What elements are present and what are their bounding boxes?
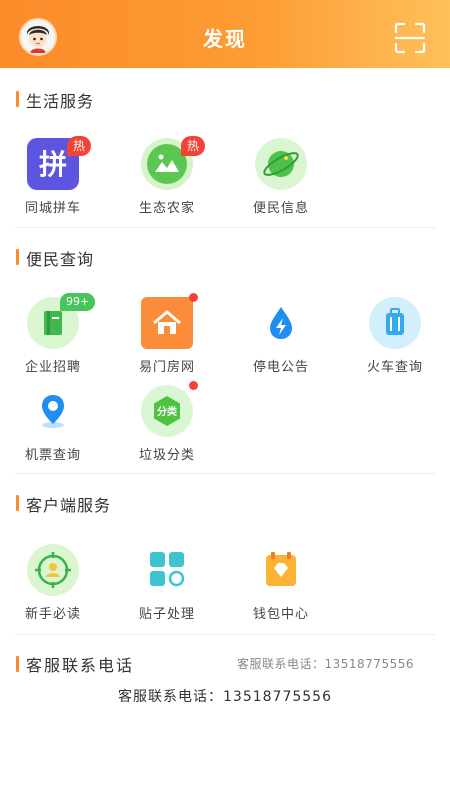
grid-item-label: 生态农家: [138, 201, 195, 216]
customer-service-phone-link[interactable]: 客服联系电话：13518775556: [237, 655, 414, 672]
wallet-diamond-icon: [255, 544, 307, 596]
customer-service-label: 客服联系电话: [26, 656, 135, 675]
section-accent-bar: [16, 249, 19, 265]
grid-item-eco-farm[interactable]: 热 生态农家: [117, 136, 217, 224]
section-title: 生活服务: [26, 92, 95, 111]
grid-item-label: 新手必读: [24, 607, 81, 622]
top-bar: 发现: [0, 0, 450, 68]
grid-item-recruitment[interactable]: 99+ 企业招聘: [3, 293, 103, 383]
grid-item-label: 贴子处理: [138, 607, 195, 622]
lightning-drop-icon: [255, 297, 307, 349]
divider: [15, 634, 435, 635]
grid-item-power-outage[interactable]: 停电公告: [231, 297, 331, 383]
scan-icon: [394, 22, 426, 54]
grid-item-wallet[interactable]: 钱包中心: [231, 544, 331, 630]
grid-item-label: 停电公告: [252, 360, 309, 375]
grid-item-post-handling[interactable]: 贴子处理: [117, 544, 217, 630]
grid-item-label: 垃圾分类: [138, 448, 195, 463]
hot-badge: 热: [67, 136, 92, 156]
grid-item-label: 火车查询: [366, 360, 423, 375]
section-title: 便民查询: [26, 250, 95, 269]
notification-dot: [189, 293, 198, 302]
target-person-icon: [27, 544, 79, 596]
customer-service-phone[interactable]: 客服联系电话：13518775556: [0, 686, 450, 706]
divider: [15, 473, 435, 474]
grid-item-label: 钱包中心: [252, 607, 309, 622]
section-accent-bar: [16, 495, 19, 511]
grid-item-flight-query[interactable]: 机票查询: [3, 385, 103, 471]
recycle-hexagon-icon: 分类: [141, 385, 193, 437]
page-title: 发现: [203, 27, 247, 51]
section-header-query: 便民查询: [0, 244, 450, 270]
hot-badge: 热: [181, 136, 206, 156]
sort-tag-text: 分类: [157, 405, 177, 418]
grid-item-garbage-sort[interactable]: 分类 垃圾分类: [117, 381, 217, 471]
count-badge: 99+: [60, 293, 96, 311]
section-accent-bar: [16, 91, 19, 107]
grid-item-housing[interactable]: 易门房网: [117, 293, 217, 383]
grid-item-label: 同城拼车: [24, 201, 81, 216]
grid-item-label: 企业招聘: [24, 360, 81, 375]
grid-item-carpool[interactable]: 拼 热 同城拼车: [3, 136, 103, 224]
planet-icon: [255, 138, 307, 190]
grid-apps-icon: [141, 544, 193, 596]
location-pin-icon: [27, 385, 79, 437]
section-header-client: 客户端服务: [0, 490, 450, 516]
scan-button[interactable]: [392, 20, 428, 56]
section-title: 客户端服务: [26, 496, 112, 515]
suitcase-icon: [369, 297, 421, 349]
section-header-life: 生活服务: [0, 86, 450, 112]
grid-item-label: 机票查询: [24, 448, 81, 463]
grid-item-label: 便民信息: [252, 201, 309, 216]
section-accent-bar: [16, 656, 19, 672]
notification-dot: [189, 381, 198, 390]
divider: [15, 227, 435, 228]
house-icon: [141, 297, 193, 349]
grid-item-label: 易门房网: [138, 360, 195, 375]
svg-text:拼: 拼: [39, 148, 67, 181]
grid-item-beginner-guide[interactable]: 新手必读: [3, 544, 103, 630]
grid-item-train-query[interactable]: 火车查询: [345, 297, 445, 383]
grid-item-convenience-info[interactable]: 便民信息: [231, 138, 331, 224]
